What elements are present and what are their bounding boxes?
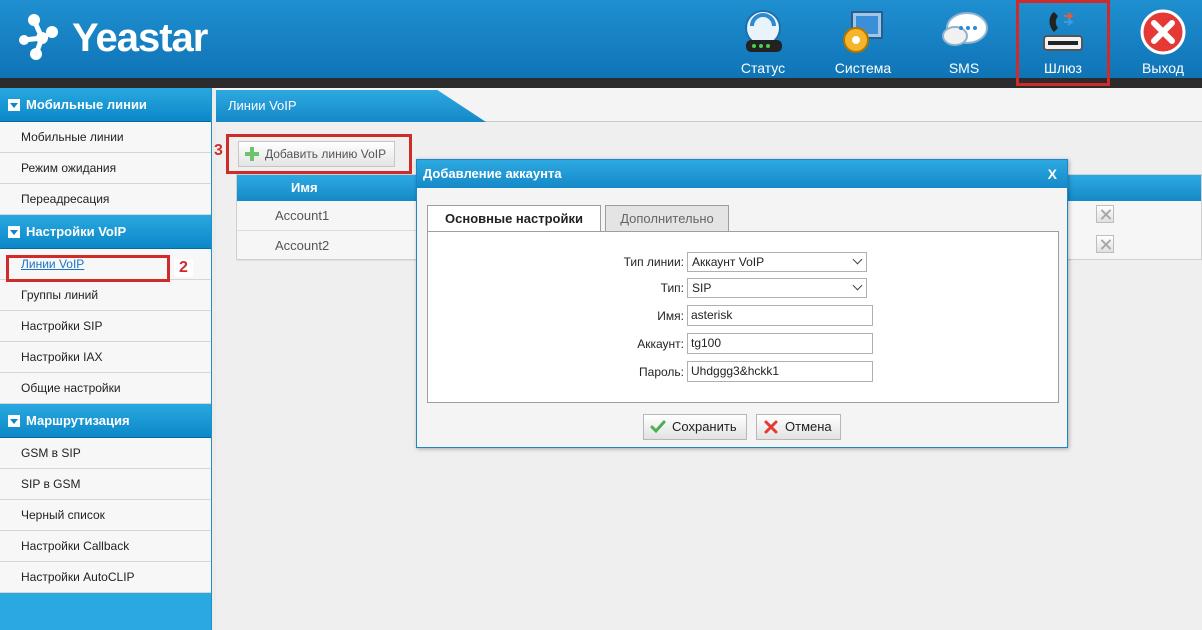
nav-logout[interactable]: Выход xyxy=(1121,4,1202,78)
sidebar-item-iax-settings[interactable]: Настройки IAX xyxy=(0,342,211,373)
plus-icon xyxy=(245,147,259,161)
sidebar-section-voip[interactable]: Настройки VoIP xyxy=(0,215,211,249)
tab-voip-lines[interactable]: Линии VoIP xyxy=(216,90,486,122)
basic-settings-panel: Тип линии: Аккаунт VoIP Тип: SIP Имя: as… xyxy=(427,231,1059,403)
sidebar-item-mobile-lines[interactable]: Мобильные линии xyxy=(0,122,211,153)
type-label: Тип: xyxy=(660,281,684,295)
tab-advanced[interactable]: Дополнительно xyxy=(605,205,729,232)
line-type-label: Тип линии: xyxy=(623,255,684,269)
save-button[interactable]: Сохранить xyxy=(643,414,747,440)
add-account-dialog: Добавление аккаунта X Основные настройки… xyxy=(416,159,1068,448)
sidebar-item-autoclip[interactable]: Настройки AutoCLIP xyxy=(0,562,211,593)
chevron-down-icon xyxy=(852,280,863,291)
sidebar-item-forwarding[interactable]: Переадресация xyxy=(0,184,211,215)
account-label: Аккаунт: xyxy=(637,337,684,351)
dialog-title-bar: Добавление аккаунта X xyxy=(417,160,1067,188)
chevron-down-icon xyxy=(852,254,863,265)
yeastar-logo-icon xyxy=(19,14,58,60)
system-icon xyxy=(843,11,883,53)
sidebar-item-standby[interactable]: Режим ожидания xyxy=(0,153,211,184)
password-input[interactable]: Uhdggg3&hckk1 xyxy=(687,361,873,382)
name-input[interactable]: asterisk xyxy=(687,305,873,326)
sidebar-item-sip-to-gsm[interactable]: SIP в GSM xyxy=(0,469,211,500)
sidebar-item-line-groups[interactable]: Группы линий xyxy=(0,280,211,311)
yeastar-logo: Yeastar xyxy=(14,8,208,68)
sidebar-item-sip-settings[interactable]: Настройки SIP xyxy=(0,311,211,342)
sidebar-item-blacklist[interactable]: Черный список xyxy=(0,500,211,531)
voip-lines-highlight-box xyxy=(6,255,170,282)
tab-basic-settings[interactable]: Основные настройки xyxy=(427,205,601,233)
nav-system[interactable]: Система xyxy=(821,4,905,78)
collapse-icon xyxy=(8,225,20,238)
check-icon xyxy=(650,420,666,434)
column-header-actions xyxy=(1066,175,1201,201)
collapse-icon xyxy=(8,98,20,111)
content-tab-strip: Линии VoIP xyxy=(216,88,1202,122)
sidebar-section-mobile[interactable]: Мобильные линии xyxy=(0,88,211,122)
name-label: Имя: xyxy=(657,309,684,323)
annotation-2: 2 xyxy=(174,259,193,277)
nav-sms[interactable]: SMS xyxy=(922,4,1006,78)
cancel-button[interactable]: Отмена xyxy=(756,414,841,440)
cancel-icon xyxy=(764,420,778,434)
sidebar-item-gsm-to-sip[interactable]: GSM в SIP xyxy=(0,438,211,469)
logout-icon xyxy=(1140,9,1186,55)
sidebar-section-routing[interactable]: Маршрутизация xyxy=(0,404,211,438)
line-type-select[interactable]: Аккаунт VoIP xyxy=(687,252,867,272)
nav-status[interactable]: Статус xyxy=(721,4,805,78)
type-select[interactable]: SIP xyxy=(687,278,867,298)
sms-icon xyxy=(942,12,988,46)
add-voip-line-button[interactable]: Добавить линию VoIP xyxy=(238,141,396,167)
status-icon xyxy=(745,10,782,52)
account-input[interactable]: tg100 xyxy=(687,333,873,354)
voip-lines-table-actions xyxy=(1066,174,1202,260)
annotation-3: 3 xyxy=(214,142,223,159)
sidebar: Мобильные линии Мобильные линии Режим ож… xyxy=(0,88,212,630)
close-icon[interactable]: X xyxy=(1048,160,1057,188)
delete-icon[interactable] xyxy=(1096,205,1114,223)
collapse-icon xyxy=(8,414,20,427)
delete-icon[interactable] xyxy=(1096,235,1114,253)
sidebar-item-general-settings[interactable]: Общие настройки xyxy=(0,373,211,404)
gateway-highlight-box xyxy=(1016,0,1110,86)
brand-name: Yeastar xyxy=(72,15,208,60)
sidebar-item-callback[interactable]: Настройки Callback xyxy=(0,531,211,562)
password-label: Пароль: xyxy=(639,365,684,379)
